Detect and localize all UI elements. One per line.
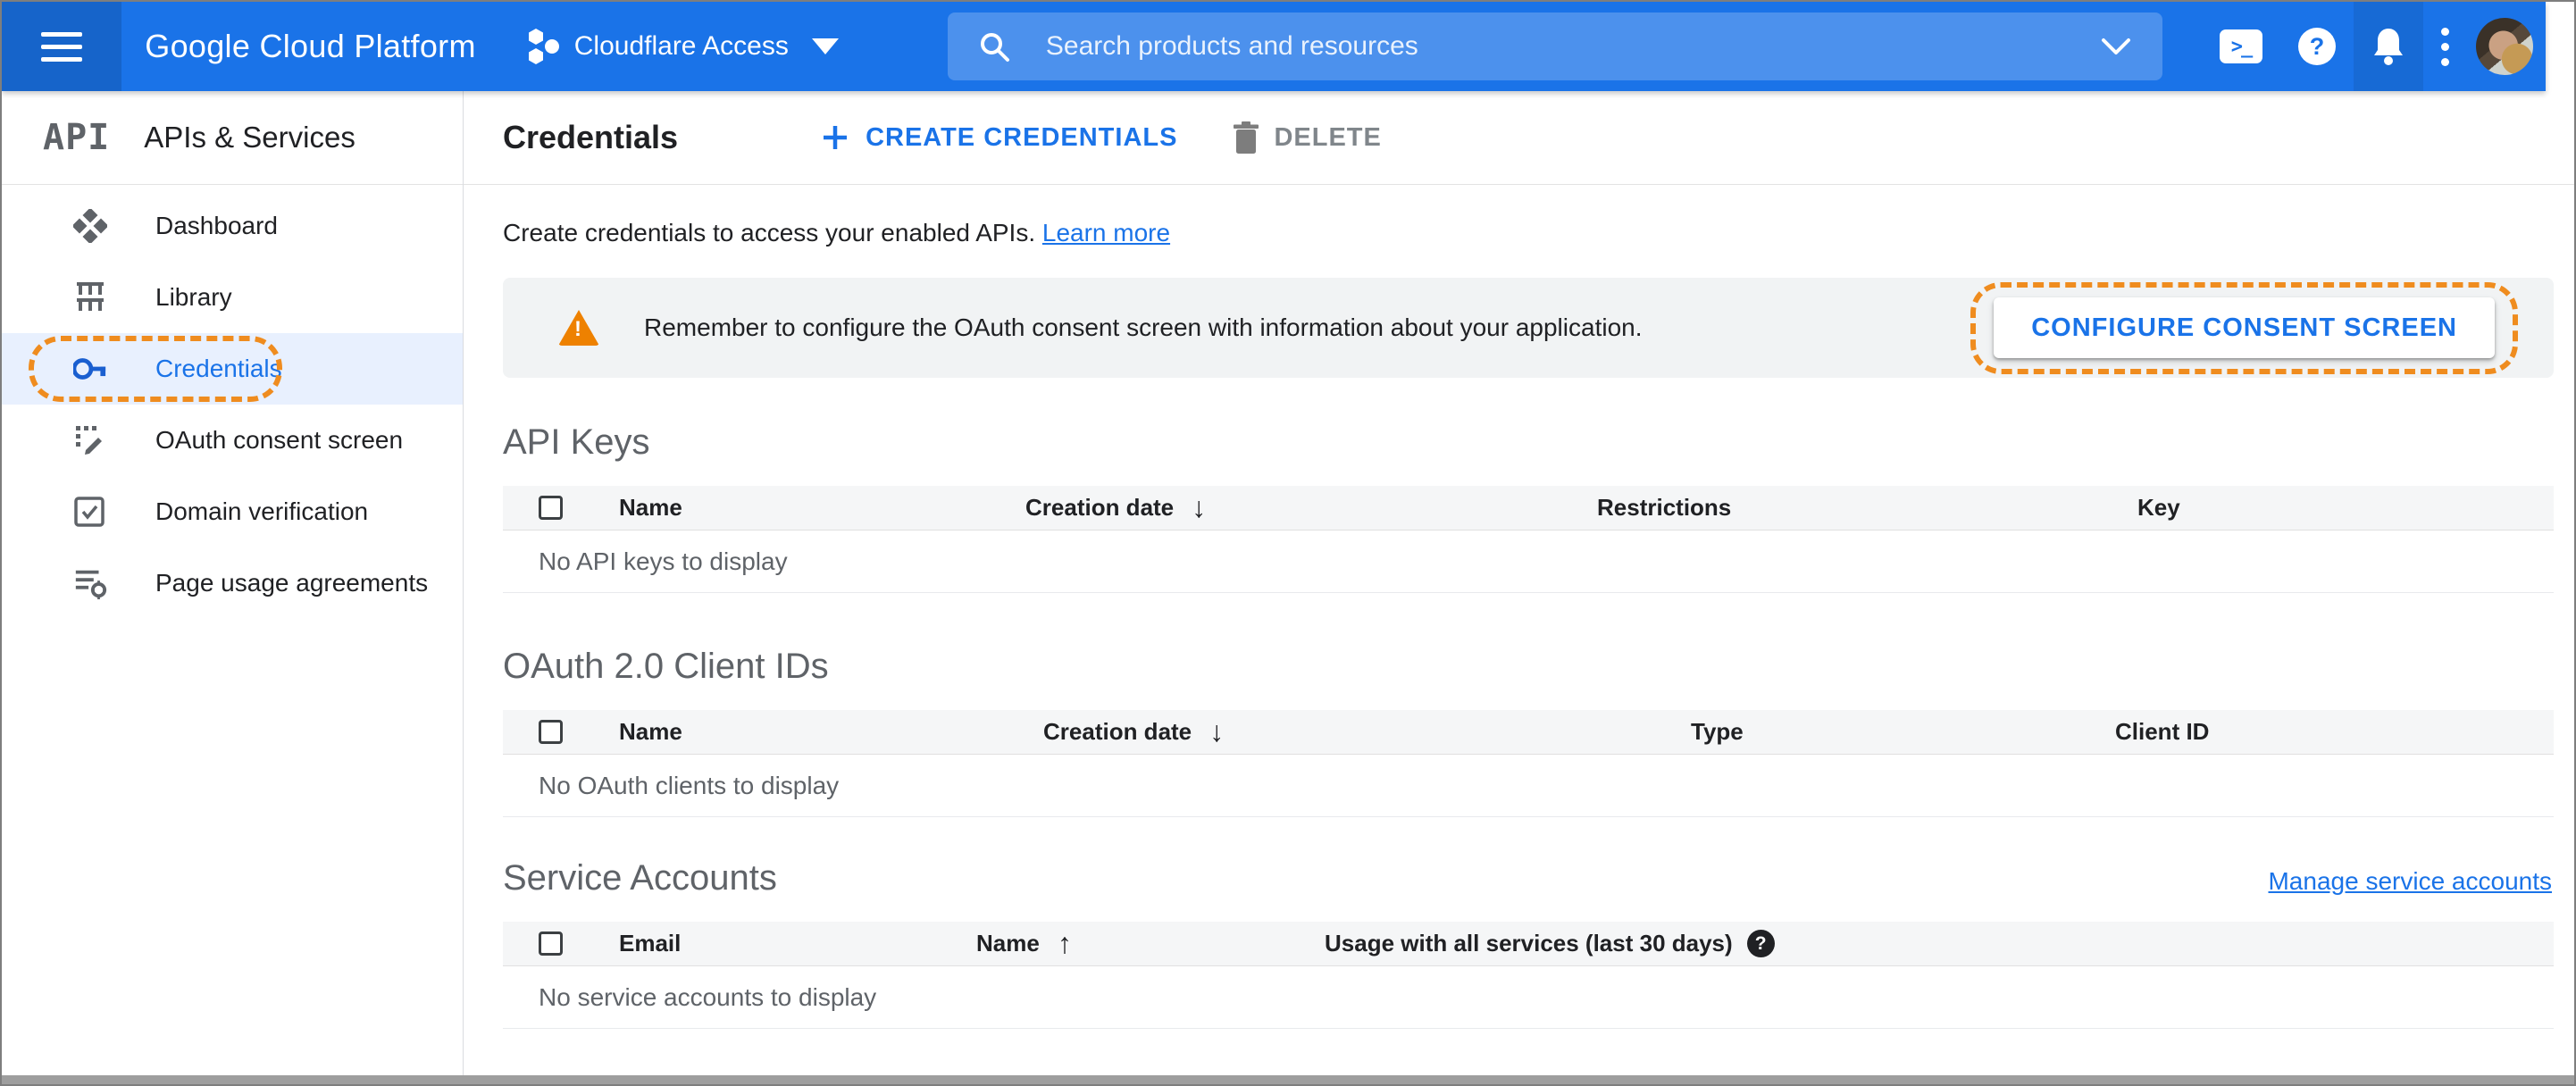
window-bottom-edge [2, 1075, 2574, 1084]
column-header-name: Name [619, 718, 682, 745]
checkbox-check-icon [73, 495, 107, 529]
column-header-restrictions: Restrictions [1597, 494, 1732, 521]
oauth-clients-section-header: OAuth 2.0 Client IDs [503, 647, 2554, 687]
dashboard-icon [73, 209, 107, 243]
column-header-client-id: Client ID [2115, 718, 2210, 745]
column-header-usage: Usage with all services (last 30 days) [1325, 930, 2554, 957]
column-header-name[interactable]: Name ↑ [976, 927, 1325, 960]
select-all-checkbox[interactable] [539, 931, 563, 956]
sort-desc-icon: ↓ [1209, 715, 1225, 748]
create-credentials-label: CREATE CREDENTIALS [866, 122, 1178, 152]
learn-more-link[interactable]: Learn more [1042, 219, 1170, 246]
topbar-actions [2202, 2, 2546, 91]
sort-desc-icon: ↓ [1192, 491, 1207, 523]
service-accounts-empty-state: No service accounts to display [503, 966, 2554, 1029]
product-logo[interactable]: Google Cloud Platform [145, 28, 475, 65]
cloud-shell-button[interactable] [2202, 2, 2280, 91]
consent-warning-banner: Remember to configure the OAuth consent … [503, 278, 2554, 378]
sidebar-item-label: Library [155, 283, 232, 311]
search-expand-chevron-icon[interactable] [2100, 37, 2132, 56]
column-header-type: Type [1691, 718, 1744, 745]
select-all-checkbox[interactable] [539, 720, 563, 744]
delete-button[interactable]: DELETE [1233, 121, 1381, 154]
sort-asc-icon: ↑ [1057, 927, 1072, 959]
project-selector[interactable]: Cloudflare Access [528, 27, 839, 66]
oauth-clients-table-header: Name Creation date ↓ Type Client ID [503, 710, 2554, 755]
search-bar[interactable]: Search products and resources [947, 13, 2162, 80]
list-gear-icon [73, 566, 107, 600]
sidebar-item-label: Domain verification [155, 497, 369, 525]
section-title: Service Accounts [503, 858, 777, 898]
gcp-console-window: Google Cloud Platform Cloudflare Access … [0, 0, 2576, 1086]
trash-icon [1234, 121, 1259, 154]
sidebar-nav: Dashboard Library Credentials OAuth cons… [2, 185, 463, 619]
project-caret-icon [811, 38, 839, 54]
sidebar-item-library[interactable]: Library [2, 262, 463, 333]
column-header-name: Name [619, 494, 682, 521]
credentials-page: Credentials CREATE CREDENTIALS DELETE Cr… [464, 91, 2574, 1075]
apis-services-sidebar: API APIs & Services Dashboard Library Cr… [2, 91, 464, 1075]
section-title: API Keys [503, 422, 650, 462]
sidebar-item-label: OAuth consent screen [155, 426, 404, 454]
page-description: Create credentials to access your enable… [503, 219, 2554, 247]
sidebar-item-label: Dashboard [155, 212, 278, 239]
api-keys-table-header: Name Creation date ↓ Restrictions Key [503, 486, 2554, 530]
top-navigation-bar: Google Cloud Platform Cloudflare Access … [2, 2, 2546, 91]
description-text: Create credentials to access your enable… [503, 219, 1036, 246]
oauth-clients-empty-state: No OAuth clients to display [503, 755, 2554, 817]
sidebar-item-oauth-consent-screen[interactable]: OAuth consent screen [2, 405, 463, 476]
library-icon [73, 280, 107, 314]
key-icon [73, 352, 107, 386]
service-accounts-section-header: Service Accounts Manage service accounts [503, 858, 2554, 898]
page-title: Credentials [503, 119, 679, 155]
more-options-button[interactable] [2423, 2, 2467, 91]
banner-message: Remember to configure the OAuth consent … [644, 313, 1643, 341]
usage-help-icon[interactable] [1746, 930, 1775, 957]
banner-action-area: CONFIGURE CONSENT SCREEN [1970, 282, 2518, 374]
search-icon [980, 33, 1009, 62]
manage-service-accounts-link[interactable]: Manage service accounts [2268, 867, 2552, 896]
sidebar-item-page-usage-agreements[interactable]: Page usage agreements [2, 547, 463, 619]
section-title: OAuth 2.0 Client IDs [503, 647, 829, 686]
sidebar-item-label: Page usage agreements [155, 569, 429, 597]
api-keys-empty-state: No API keys to display [503, 530, 2554, 593]
warning-icon [558, 310, 599, 346]
delete-label: DELETE [1274, 122, 1382, 152]
api-keys-section-header: API Keys [503, 422, 2554, 463]
sidebar-header: API APIs & Services [2, 91, 463, 185]
sidebar-item-domain-verification[interactable]: Domain verification [2, 476, 463, 547]
help-icon [2298, 28, 2336, 65]
sidebar-item-label: Credentials [155, 355, 282, 382]
cloud-shell-icon [2220, 29, 2262, 63]
sidebar-title: APIs & Services [144, 121, 355, 154]
column-header-email: Email [619, 930, 682, 957]
help-button[interactable] [2280, 2, 2354, 91]
api-product-glyph: API [43, 117, 111, 158]
sidebar-item-credentials[interactable]: Credentials [2, 333, 463, 405]
bell-icon [2374, 29, 2403, 65]
notifications-button[interactable] [2354, 2, 2423, 91]
consent-screen-icon [73, 423, 107, 457]
service-accounts-table-header: Email Name ↑ Usage with all services (la… [503, 922, 2554, 966]
hamburger-icon [41, 31, 83, 62]
column-header-key: Key [2137, 494, 2180, 521]
column-header-creation-date[interactable]: Creation date ↓ [1025, 491, 1597, 524]
search-placeholder: Search products and resources [1045, 31, 1418, 61]
configure-consent-screen-button[interactable]: CONFIGURE CONSENT SCREEN [1994, 297, 2495, 358]
main-menu-button[interactable] [2, 2, 122, 91]
page-toolbar: Credentials CREATE CREDENTIALS DELETE [464, 91, 2574, 185]
sidebar-item-dashboard[interactable]: Dashboard [2, 190, 463, 262]
create-credentials-button[interactable]: CREATE CREDENTIALS [821, 123, 1177, 153]
page-content: Create credentials to access your enable… [464, 185, 2574, 1075]
column-header-creation-date[interactable]: Creation date ↓ [1043, 715, 1691, 748]
user-avatar[interactable] [2476, 18, 2533, 75]
select-all-checkbox[interactable] [539, 496, 563, 520]
console-body: API APIs & Services Dashboard Library Cr… [2, 91, 2574, 1075]
project-name: Cloudflare Access [573, 31, 789, 61]
vertical-dots-icon [2441, 27, 2449, 66]
plus-icon [824, 126, 848, 149]
project-icon [528, 29, 559, 64]
